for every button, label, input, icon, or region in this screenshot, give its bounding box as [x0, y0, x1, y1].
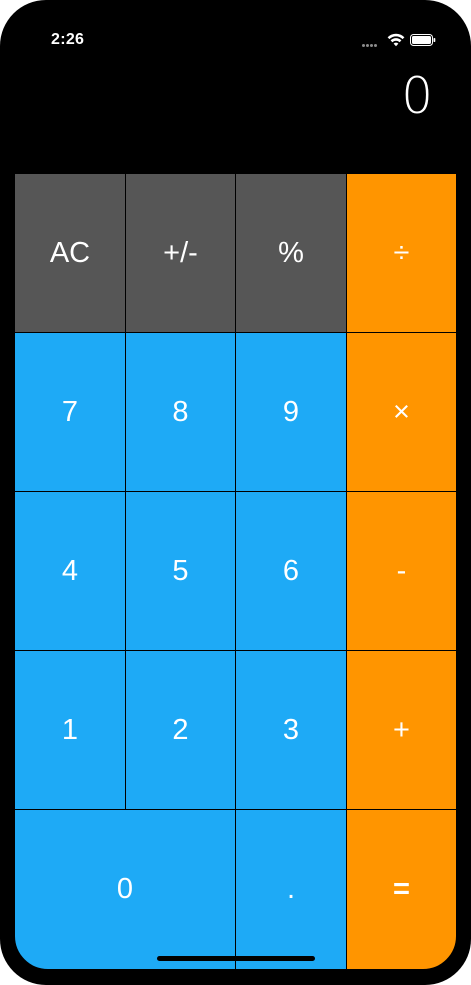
digit-4-button[interactable]: 4 — [14, 491, 126, 651]
digit-5-button[interactable]: 5 — [125, 491, 236, 651]
percent-button[interactable]: % — [235, 173, 347, 333]
digit-9-button[interactable]: 9 — [235, 332, 347, 492]
equals-button[interactable]: = — [346, 809, 457, 970]
home-indicator[interactable] — [157, 956, 315, 961]
divide-button[interactable]: ÷ — [346, 173, 457, 333]
phone-frame: 2:26 0 AC +/- % ÷ 7 8 9 × 4 5 6 - 1 2 3 … — [0, 0, 471, 985]
keypad: AC +/- % ÷ 7 8 9 × 4 5 6 - 1 2 3 + 0 . = — [14, 173, 457, 970]
clear-button[interactable]: AC — [14, 173, 126, 333]
digit-3-button[interactable]: 3 — [235, 650, 347, 810]
digit-6-button[interactable]: 6 — [235, 491, 347, 651]
result-display: 0 — [401, 67, 433, 125]
status-bar: 2:26 — [0, 0, 471, 70]
status-time: 2:26 — [51, 31, 85, 48]
digit-8-button[interactable]: 8 — [125, 332, 236, 492]
signal-icon — [362, 44, 382, 48]
digit-2-button[interactable]: 2 — [125, 650, 236, 810]
sign-toggle-button[interactable]: +/- — [125, 173, 236, 333]
wifi-icon — [387, 33, 405, 47]
digit-7-button[interactable]: 7 — [14, 332, 126, 492]
add-button[interactable]: + — [346, 650, 457, 810]
multiply-button[interactable]: × — [346, 332, 457, 492]
battery-icon — [410, 34, 436, 46]
subtract-button[interactable]: - — [346, 491, 457, 651]
digit-0-button[interactable]: 0 — [14, 809, 236, 970]
decimal-button[interactable]: . — [235, 809, 347, 970]
digit-1-button[interactable]: 1 — [14, 650, 126, 810]
